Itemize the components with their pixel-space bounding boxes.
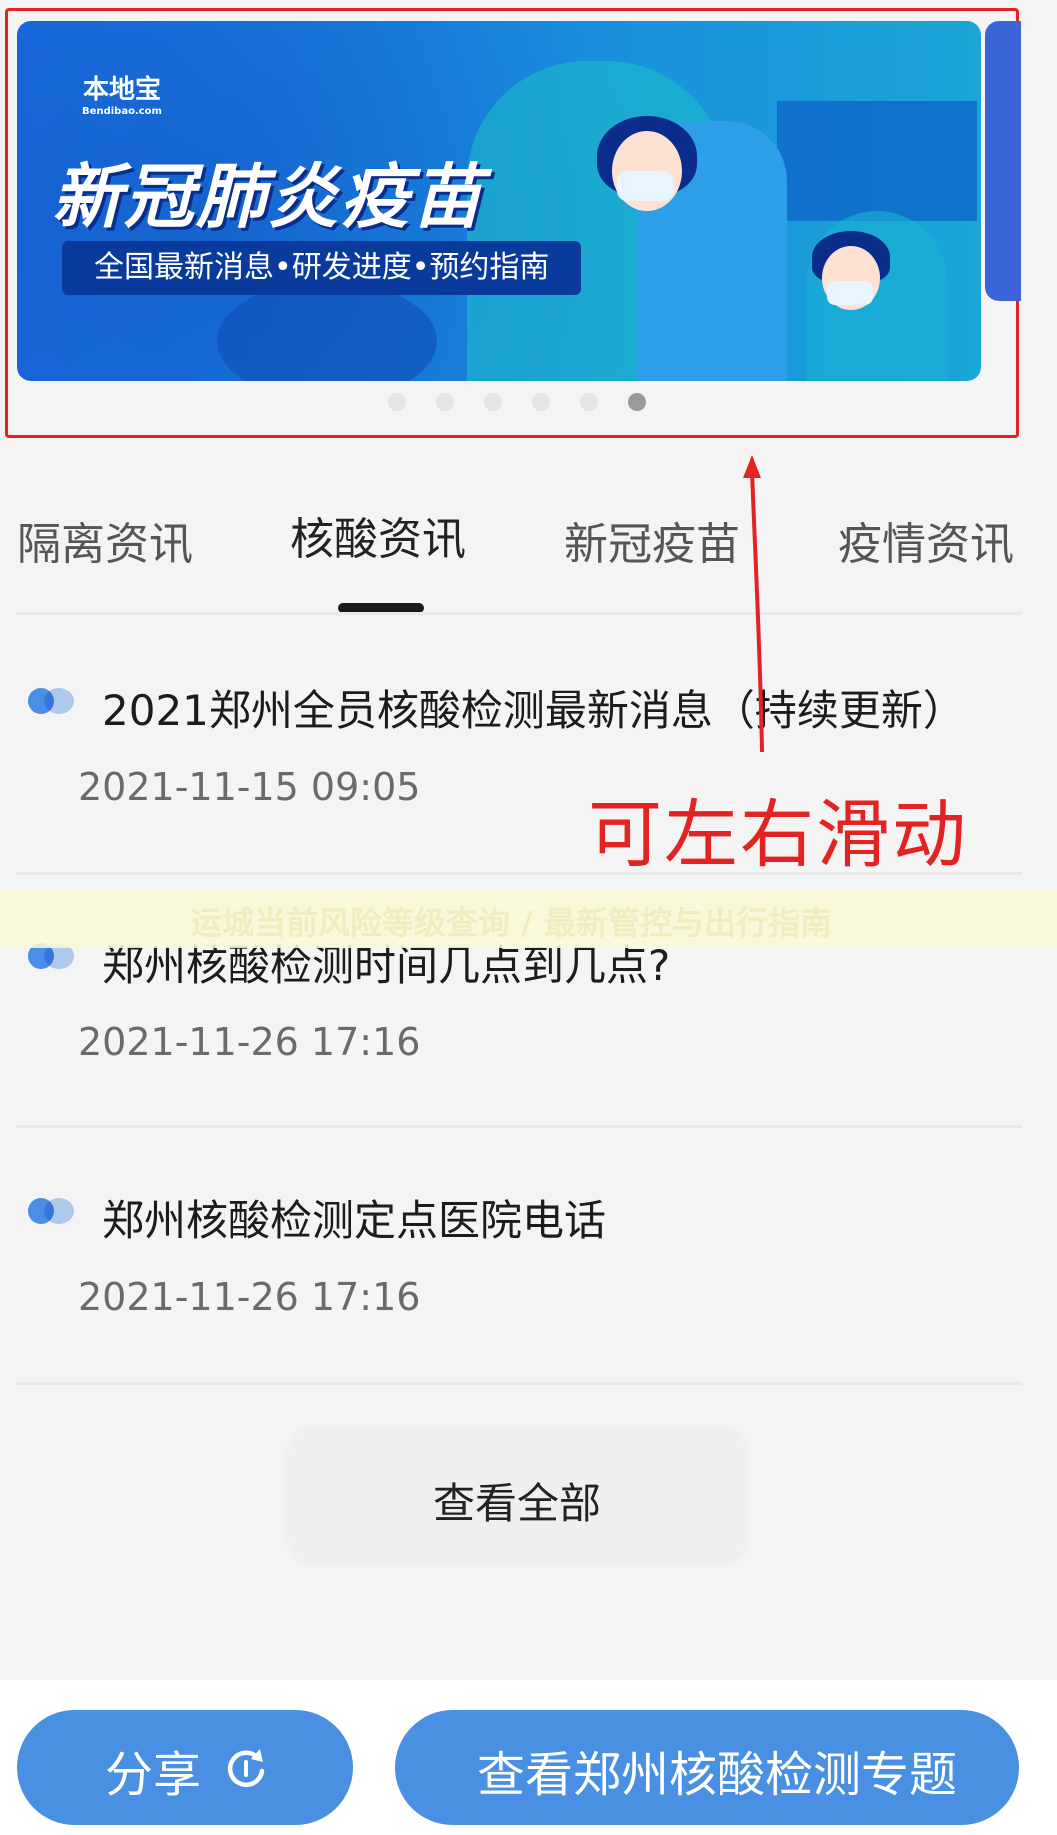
share-button-label: 分享 (105, 1747, 202, 1803)
tab-isolation-news[interactable]: 隔离资讯 (17, 508, 193, 572)
carousel-banner[interactable]: 本地宝 Bendibao.com 新冠肺炎疫苗 全国最新消息•研发进度•预约指南 (17, 21, 981, 381)
carousel-pagination-dots (388, 393, 676, 413)
carousel-dot-active[interactable] (628, 393, 646, 411)
carousel-dot[interactable] (580, 393, 598, 411)
bullet-icon (28, 1198, 74, 1224)
banner-headline: 新冠肺炎疫苗 (52, 156, 484, 238)
view-topic-button[interactable]: 查看郑州核酸检测专题 (395, 1710, 1019, 1825)
carousel-dot[interactable] (484, 393, 502, 411)
carousel-dot[interactable] (388, 393, 406, 411)
child-mask (827, 281, 873, 305)
tab-nucleic-acid-news[interactable]: 核酸资讯 (290, 503, 466, 567)
news-item[interactable]: 郑州核酸检测定点医院电话 2021-11-26 17:16 (0, 1150, 1057, 1382)
news-date: 2021-11-15 09:05 (78, 765, 421, 809)
share-button[interactable]: 分享 (17, 1710, 353, 1825)
floating-risk-banner-text: 运城当前风险等级查询 / 最新管控与出行指南 (190, 904, 832, 942)
tabs-divider (16, 612, 1022, 615)
bullet-icon (28, 688, 74, 714)
news-title: 2021郑州全员核酸检测最新消息（持续更新） (102, 686, 965, 735)
tab-epidemic-news[interactable]: 疫情资讯 (838, 508, 1014, 572)
banner-bg-shape (777, 101, 977, 221)
view-all-label: 查看全部 (432, 1479, 601, 1528)
carousel-dot[interactable] (436, 393, 454, 411)
news-date: 2021-11-26 17:16 (78, 1020, 421, 1064)
doctor-mask (617, 171, 673, 201)
swipe-annotation-text: 可左右滑动 (588, 792, 968, 878)
logo-sub-text: Bendibao.com (82, 106, 162, 117)
carousel-next-slide-peek[interactable] (985, 21, 1021, 301)
banner-subline: 全国最新消息•研发进度•预约指南 (62, 241, 582, 295)
carousel-dot[interactable] (532, 393, 550, 411)
news-date: 2021-11-26 17:16 (78, 1275, 421, 1319)
list-divider (16, 1382, 1022, 1385)
logo-main-text: 本地宝 (82, 75, 161, 104)
category-tabs: 隔离资讯 核酸资讯 新冠疫苗 疫情资讯 (0, 508, 1057, 613)
news-title: 郑州核酸检测定点医院电话 (102, 1196, 607, 1245)
view-all-button[interactable]: 查看全部 (293, 1432, 741, 1560)
bendibao-logo: 本地宝 Bendibao.com (67, 69, 177, 117)
bottom-action-bar: 分享 查看郑州核酸检测专题 (0, 1680, 1057, 1835)
view-topic-button-label: 查看郑州核酸检测专题 (477, 1747, 958, 1803)
floating-risk-banner[interactable]: 运城当前风险等级查询 / 最新管控与出行指南 (0, 890, 1057, 948)
list-divider (16, 1125, 1022, 1128)
tab-covid-vaccine[interactable]: 新冠疫苗 (564, 508, 740, 572)
share-refresh-icon (227, 1749, 265, 1788)
